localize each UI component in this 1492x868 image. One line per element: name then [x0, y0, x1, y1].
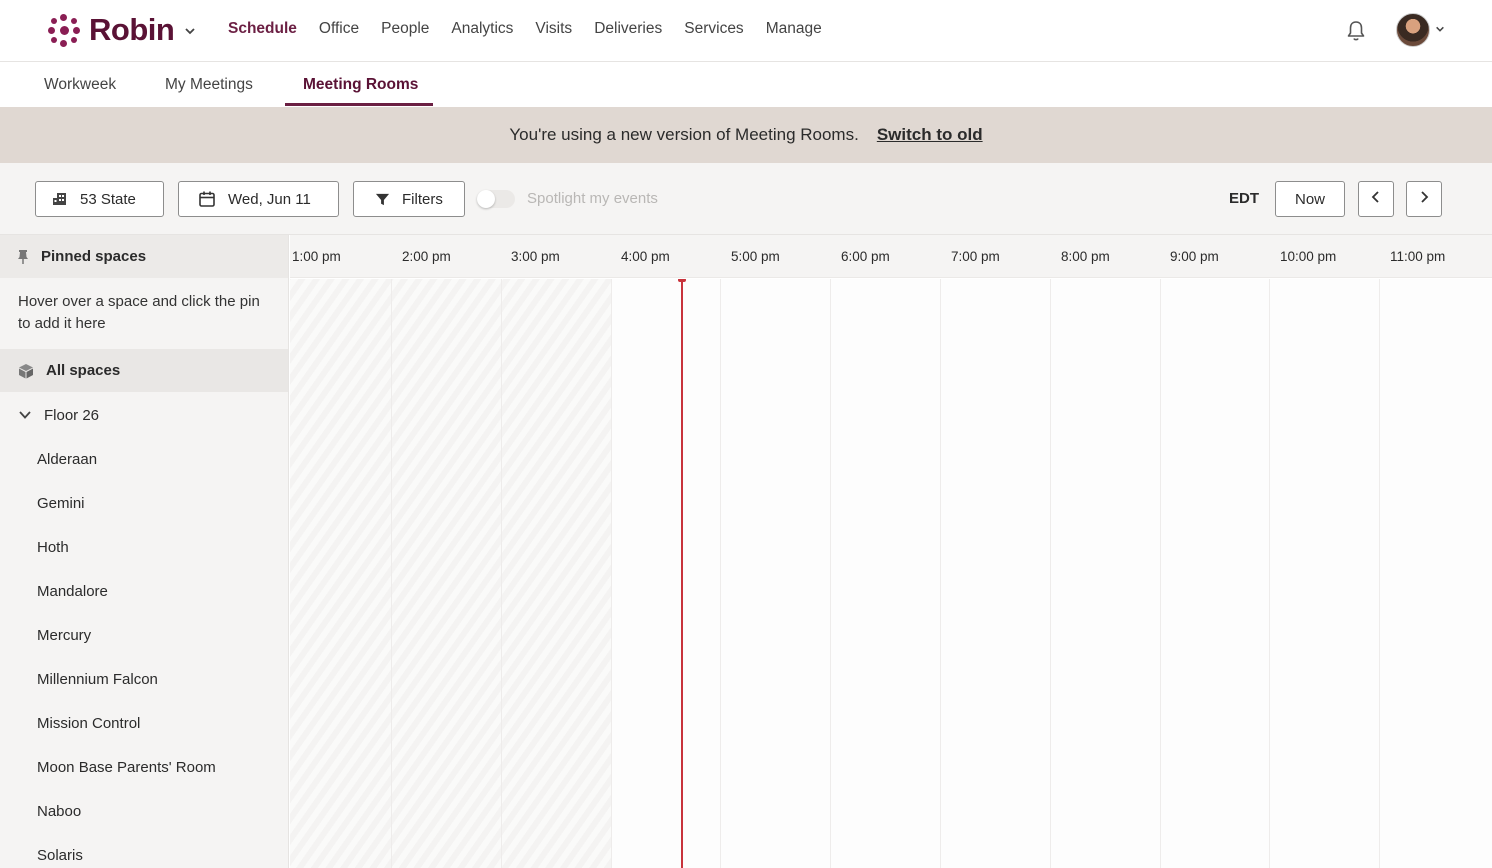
nav-item-manage[interactable]: Manage: [766, 20, 822, 38]
nav-item-analytics[interactable]: Analytics: [451, 20, 513, 38]
hour-gridline: [940, 279, 941, 868]
current-time-line: [681, 279, 683, 868]
hour-gridline: [1160, 279, 1161, 868]
tab-meeting-rooms[interactable]: Meeting Rooms: [303, 76, 418, 94]
pin-icon: [17, 249, 29, 265]
previous-button[interactable]: [1358, 181, 1394, 217]
all-spaces-item[interactable]: All spaces: [0, 349, 288, 392]
chevron-left-icon: [1370, 190, 1382, 209]
toggle-knob: [477, 190, 495, 208]
timeline-grid[interactable]: [290, 279, 1492, 868]
hour-label: 7:00 pm: [951, 249, 1000, 264]
switch-to-old-link[interactable]: Switch to old: [877, 125, 983, 145]
user-menu[interactable]: [1396, 13, 1445, 47]
calendar-icon: [198, 190, 216, 208]
room-item[interactable]: Mandalore: [37, 583, 108, 600]
past-time-region: [290, 279, 611, 868]
location-button[interactable]: 53 State: [35, 181, 164, 217]
pinned-spaces-hint: Hover over a space and click the pin to …: [18, 293, 260, 332]
hour-gridline: [830, 279, 831, 868]
banner-message: You're using a new version of Meeting Ro…: [509, 125, 859, 144]
hour-label: 10:00 pm: [1280, 249, 1337, 264]
tab-my-meetings[interactable]: My Meetings: [165, 76, 253, 94]
room-item[interactable]: Solaris: [37, 847, 83, 864]
robin-logo-mark-icon: [47, 13, 81, 47]
date-picker-button[interactable]: Wed, Jun 11: [178, 181, 339, 217]
spaces-sidebar: Pinned spaces Hover over a space and cli…: [0, 235, 289, 868]
robin-logo-text: Robin: [89, 12, 175, 47]
hour-gridline: [391, 279, 392, 868]
avatar: [1396, 13, 1430, 47]
hour-gridline: [720, 279, 721, 868]
room-item[interactable]: Mission Control: [37, 715, 140, 732]
robin-logo[interactable]: Robin: [47, 12, 196, 48]
spotlight-label: Spotlight my events: [527, 190, 658, 207]
room-item[interactable]: Hoth: [37, 539, 69, 556]
hour-label: 5:00 pm: [731, 249, 780, 264]
nav-item-deliveries[interactable]: Deliveries: [594, 20, 662, 38]
tab-workweek[interactable]: Workweek: [44, 76, 116, 94]
hour-label: 2:00 pm: [402, 249, 451, 264]
room-item[interactable]: Mercury: [37, 627, 91, 644]
room-item[interactable]: Millennium Falcon: [37, 671, 158, 688]
hour-gridline: [611, 279, 612, 868]
room-item[interactable]: Naboo: [37, 803, 81, 820]
notification-bell-icon[interactable]: [1344, 19, 1368, 43]
room-item[interactable]: Alderaan: [37, 451, 97, 468]
pinned-spaces-title: Pinned spaces: [41, 248, 147, 265]
hour-gridline: [1050, 279, 1051, 868]
top-navigation-bar: Robin Schedule Office People Analytics V…: [0, 0, 1492, 62]
room-item[interactable]: Moon Base Parents' Room: [37, 759, 216, 776]
filter-icon: [375, 192, 390, 207]
nav-item-schedule[interactable]: Schedule: [228, 20, 297, 38]
now-label: Now: [1294, 190, 1325, 208]
pinned-spaces-header: Pinned spaces: [0, 235, 288, 278]
main-nav: Schedule Office People Analytics Visits …: [228, 20, 822, 38]
filters-button[interactable]: Filters: [353, 181, 465, 217]
chevron-down-icon[interactable]: [184, 24, 196, 36]
active-tab-indicator: [285, 103, 433, 106]
hour-label: 3:00 pm: [511, 249, 560, 264]
timezone-label: EDT: [1229, 190, 1259, 207]
hour-label: 4:00 pm: [621, 249, 670, 264]
next-button[interactable]: [1406, 181, 1442, 217]
filters-label: Filters: [402, 190, 443, 208]
schedule-subtabs: Workweek My Meetings Meeting Rooms: [0, 62, 1492, 107]
building-icon: [52, 191, 68, 207]
date-label: Wed, Jun 11: [228, 190, 311, 208]
spotlight-toggle[interactable]: [477, 190, 515, 208]
hour-gridline: [1269, 279, 1270, 868]
hour-label: 8:00 pm: [1061, 249, 1110, 264]
chevron-down-icon: [18, 409, 32, 421]
hour-label: 6:00 pm: [841, 249, 890, 264]
location-label: 53 State: [80, 190, 136, 208]
new-version-banner: You're using a new version of Meeting Ro…: [0, 107, 1492, 163]
chevron-down-icon: [1435, 21, 1445, 39]
hour-label: 11:00 pm: [1390, 249, 1446, 264]
nav-item-visits[interactable]: Visits: [535, 20, 572, 38]
all-spaces-label: All spaces: [46, 362, 121, 379]
hour-label: 9:00 pm: [1170, 249, 1219, 264]
timeline-header: 1:00 pm 2:00 pm 3:00 pm 4:00 pm 5:00 pm …: [290, 235, 1492, 278]
cube-icon: [18, 363, 34, 379]
meeting-rooms-toolbar: 53 State Wed, Jun 11 Filters Spotlight m…: [0, 163, 1492, 235]
hour-gridline: [1379, 279, 1380, 868]
nav-item-services[interactable]: Services: [684, 20, 743, 38]
nav-item-people[interactable]: People: [381, 20, 429, 38]
chevron-right-icon: [1418, 190, 1430, 209]
now-button[interactable]: Now: [1275, 181, 1345, 217]
floor-label: Floor 26: [44, 406, 100, 424]
hour-gridline: [501, 279, 502, 868]
nav-item-office[interactable]: Office: [319, 20, 359, 38]
room-item[interactable]: Gemini: [37, 495, 85, 512]
floor-group-toggle[interactable]: Floor 26: [0, 393, 288, 437]
hour-label: 1:00 pm: [292, 249, 341, 264]
